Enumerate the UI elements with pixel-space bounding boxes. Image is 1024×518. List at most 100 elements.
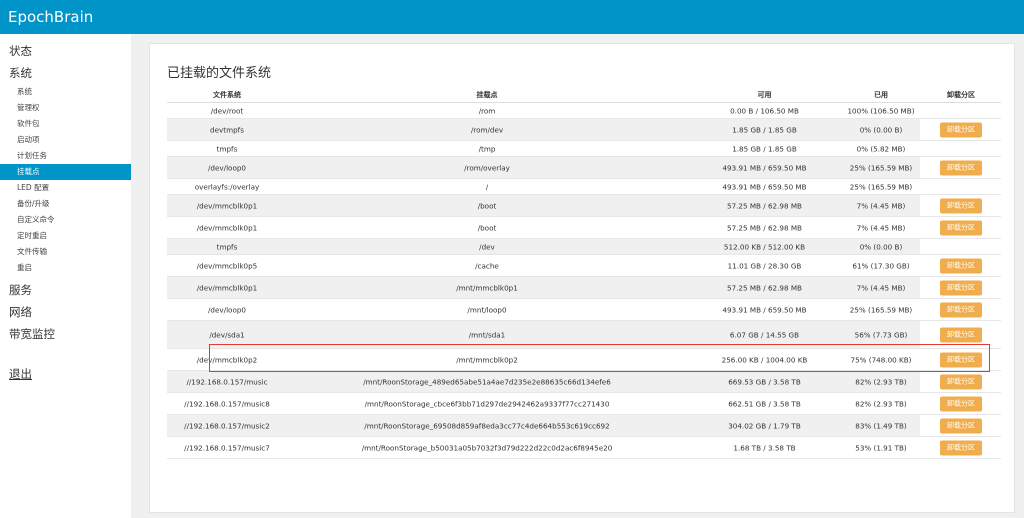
mountpoint-cell: / [485, 182, 489, 191]
mountpoint-cell: /mnt/RoonStorage_cbce6f3bb71d297de294246… [364, 399, 610, 408]
used-cell: 0% (0.00 B) [859, 125, 903, 134]
table-header: 文件系统 挂载点 可用 已用 卸载分区 [167, 86, 1001, 103]
available-cell: 304.02 GB / 1.79 TB [728, 421, 801, 430]
sidebar-item-backup-upgrade[interactable]: 备份/升级 [0, 196, 131, 212]
used-cell: 7% (4.45 MB) [856, 283, 906, 292]
col-used: 已用 [874, 91, 888, 99]
used-cell: 25% (165.59 MB) [849, 163, 913, 172]
filesystem-cell: /dev/root [210, 106, 244, 115]
sidebar-item-scheduled-tasks[interactable]: 计划任务 [0, 148, 131, 164]
sidebar-item-custom-commands[interactable]: 自定义命令 [0, 212, 131, 228]
unmount-button[interactable]: 卸载分区 [940, 280, 982, 295]
unmount-button[interactable]: 卸载分区 [940, 198, 982, 213]
filesystem-cell: /dev/loop0 [207, 163, 246, 172]
filesystem-cell: //192.168.0.157/music8 [184, 399, 270, 408]
nav-services[interactable]: 服务 [9, 282, 32, 298]
available-cell: 57.25 MB / 62.98 MB [727, 283, 802, 292]
table-body: /dev/root/rom 0.00 B / 106.50 MB 100% (106… [167, 103, 1001, 459]
sidebar-item-reboot[interactable]: 重启 [0, 260, 131, 276]
mountpoint-cell: /cache [475, 261, 499, 270]
available-cell: 1.85 GB / 1.85 GB [732, 125, 797, 134]
mount-table: 文件系统 挂载点 可用 已用 卸载分区 /dev/root/rom 0.00 B … [167, 86, 1001, 459]
used-cell: 61% (17.30 GB) [852, 261, 910, 270]
sidebar-item-scheduled-reboot[interactable]: 定时重启 [0, 228, 131, 244]
available-cell: 11.01 GB / 28.30 GB [727, 261, 802, 270]
main-panel: 已挂载的文件系统 文件系统 挂载点 可用 已用 卸载分区 /dev/root/r… [149, 43, 1015, 513]
mountpoint-cell: /tmp [478, 144, 496, 153]
filesystem-cell: //192.168.0.157/music7 [184, 443, 270, 452]
filesystem-cell: /dev/mmcblk0p1 [196, 223, 258, 232]
filesystem-cell: overlayfs:/overlay [194, 182, 260, 191]
nav-network[interactable]: 网络 [9, 304, 32, 320]
used-cell: 100% (106.50 MB) [847, 106, 915, 115]
mountpoint-cell: /rom [478, 106, 496, 115]
sidebar-item-file-transfer[interactable]: 文件传输 [0, 244, 131, 260]
used-cell: 25% (165.59 MB) [849, 305, 913, 314]
available-cell: 493.91 MB / 659.50 MB [722, 182, 807, 191]
unmount-button[interactable]: 卸载分区 [940, 374, 982, 389]
used-cell: 82% (2.93 TB) [855, 399, 907, 408]
top-bar: EpochBrain [0, 0, 1024, 34]
nav-system[interactable]: 系统 [9, 65, 32, 81]
table-row: /dev/root/rom 0.00 B / 106.50 MB 100% (106… [167, 103, 1001, 119]
mountpoint-cell: /mnt/RoonStorage_69508d859af8eda3cc77c4d… [364, 421, 610, 430]
available-cell: 669.53 GB / 3.58 TB [728, 377, 801, 386]
filesystem-cell: /dev/mmcblk0p1 [196, 283, 258, 292]
used-cell: 7% (4.45 MB) [856, 223, 906, 232]
mountpoint-cell: /mnt/loop0 [467, 305, 507, 314]
filesystem-cell: tmpfs [216, 242, 238, 251]
used-cell: 83% (1.49 TB) [855, 421, 907, 430]
sidebar-item-system[interactable]: 系统 [0, 84, 131, 100]
col-filesystem: 文件系统 [213, 91, 241, 99]
col-unmount: 卸载分区 [947, 91, 975, 99]
filesystem-cell: tmpfs [216, 144, 238, 153]
unmount-button[interactable]: 卸载分区 [940, 258, 982, 273]
mountpoint-cell: /mnt/RoonStorage_b50031a05b7032f3d79d222… [361, 443, 613, 452]
table-row: //192.168.0.157/music/mnt/RoonStorage_48… [167, 371, 1001, 393]
filesystem-cell: devtmpfs [210, 125, 244, 134]
unmount-button[interactable]: 卸载分区 [940, 418, 982, 433]
unmount-button[interactable]: 卸载分区 [940, 122, 982, 137]
mountpoint-cell: /rom/overlay [464, 163, 510, 172]
used-cell: 7% (4.45 MB) [856, 201, 906, 210]
used-cell: 0% (0.00 B) [859, 242, 903, 251]
unmount-button[interactable]: 卸载分区 [940, 302, 982, 317]
sidebar-item-mount-points[interactable]: 挂载点 [0, 164, 131, 180]
table-row: //192.168.0.157/music2/mnt/RoonStorage_6… [167, 415, 1001, 437]
available-cell: 1.68 TB / 3.58 TB [733, 443, 796, 452]
table-row: overlayfs:/overlay / 493.91 MB / 659.50 MB… [167, 179, 1001, 195]
filesystem-cell: /dev/mmcblk0p1 [196, 201, 258, 210]
table-row: /dev/mmcblk0p1/boot 57.25 MB / 62.98 MB 7%… [167, 217, 1001, 239]
unmount-button[interactable]: 卸载分区 [940, 440, 982, 455]
col-available: 可用 [757, 91, 772, 99]
used-cell: 82% (2.93 TB) [855, 377, 907, 386]
table-row: /dev/mmcblk0p1/boot 57.25 MB / 62.98 MB 7%… [167, 195, 1001, 217]
nav-bandwidth-monitor[interactable]: 带宽监控 [9, 326, 55, 342]
unmount-button[interactable]: 卸载分区 [940, 396, 982, 411]
sidebar-item-led-config[interactable]: LED 配置 [0, 180, 131, 196]
filesystem-cell: //192.168.0.157/music2 [184, 421, 270, 430]
unmount-button[interactable]: 卸载分区 [940, 327, 982, 342]
sidebar-item-admin[interactable]: 管理权 [0, 100, 131, 116]
table-row: //192.168.0.157/music7/mnt/RoonStorage_b… [167, 437, 1001, 459]
table-row: devtmpfs/rom/dev 1.85 GB / 1.85 GB 0% (0.0… [167, 119, 1001, 141]
unmount-button[interactable]: 卸载分区 [940, 160, 982, 175]
mountpoint-cell: /boot [477, 223, 497, 232]
table-row: /dev/loop0/rom/overlay 493.91 MB / 659.50… [167, 157, 1001, 179]
filesystem-cell: /dev/sda1 [209, 330, 245, 339]
col-mountpoint: 挂载点 [476, 91, 498, 99]
available-cell: 512.00 KB / 512.00 KB [723, 242, 806, 251]
sidebar-item-startup[interactable]: 启动项 [0, 132, 131, 148]
unmount-button[interactable]: 卸载分区 [940, 220, 982, 235]
filesystem-cell: /dev/loop0 [207, 305, 246, 314]
app-title[interactable]: EpochBrain [8, 8, 93, 26]
mountpoint-cell: /dev [479, 242, 495, 251]
used-cell: 0% (5.82 MB) [856, 144, 906, 153]
nav-logout[interactable]: 退出 [9, 366, 32, 382]
nav-status[interactable]: 状态 [9, 43, 32, 59]
sidebar-item-packages[interactable]: 软件包 [0, 116, 131, 132]
page-title: 已挂载的文件系统 [167, 66, 272, 81]
available-cell: 1.85 GB / 1.85 GB [732, 144, 797, 153]
used-cell: 53% (1.91 TB) [855, 443, 907, 452]
used-cell: 56% (7.73 GB) [854, 330, 908, 339]
